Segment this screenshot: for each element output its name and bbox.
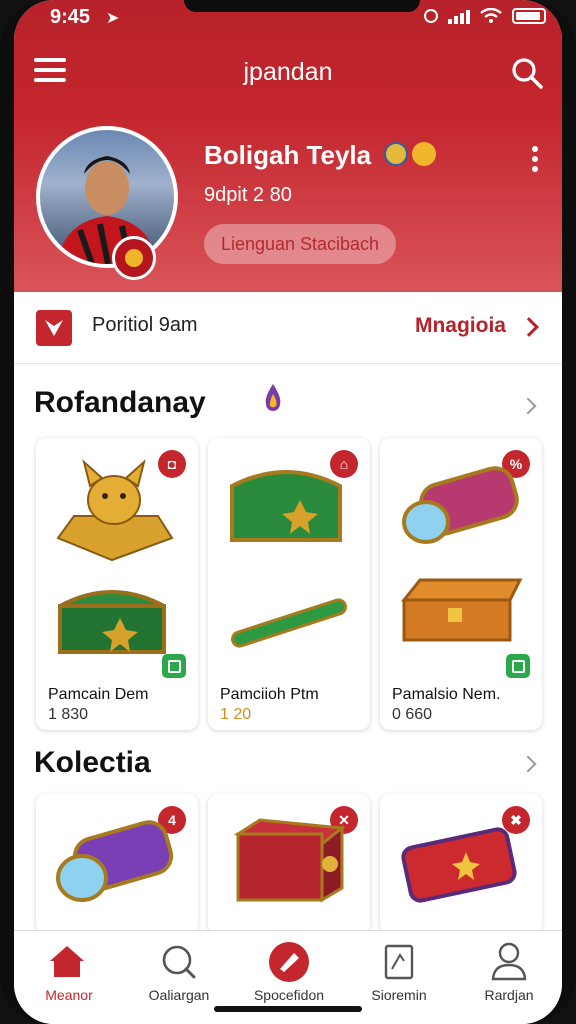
search-magnifier-icon [162,945,196,979]
home-icon [50,946,84,977]
manage-link[interactable]: Mnagioia [415,314,506,338]
profile-header: 9:45 ➤ jpandan Boligah Teyla 9dpit 2 80 … [14,0,562,292]
item-name: Pamciioh Ptm [220,686,319,703]
brush-icon [269,942,309,982]
avatar[interactable] [36,126,178,268]
location-arrow-icon: ➤ [106,10,120,27]
chevron-right-icon [519,317,539,337]
item-price: 0 660 [392,706,433,723]
portfolio-row[interactable]: Poritiol 9am Mnagioia [14,292,562,364]
golden-chest-icon [400,578,523,642]
section-title-kolectia: Kolectia [34,746,151,779]
portfolio-label: Poritiol 9am [92,314,198,336]
chevron-right-icon[interactable] [519,397,537,415]
document-icon [384,944,414,980]
home-indicator[interactable] [214,1006,362,1012]
avatar-photo [58,156,156,264]
battery-icon [512,8,546,24]
item-card[interactable]: ◘ Pamcain Dem 1 830 [36,438,198,730]
app-title: jpandan [243,58,333,86]
blue-crystal-cannon-icon [402,466,519,544]
item-card[interactable]: ⌂ Pamciioh Ptm 1 20 [208,438,370,730]
wifi-icon [480,8,502,23]
chevron-right-icon[interactable] [519,755,537,773]
golden-fox-statue-icon [56,459,174,562]
signal-icon [448,8,470,24]
device-notch [184,0,420,12]
more-options-icon[interactable] [532,146,540,174]
nav-item-home[interactable]: Meanor [14,931,124,1024]
red-case-icon [401,827,517,903]
green-tag-icon [506,654,530,678]
phone-frame: 9:45 ➤ jpandan Boligah Teyla 9dpit 2 80 … [0,0,576,1024]
nav-item-profile[interactable]: Rardjan [454,931,562,1024]
item-name: Pamcain Dem [48,686,149,703]
verified-shield-icon [384,142,408,166]
nav-label: Rardjan [484,987,534,1003]
nav-label: Sioremin [371,987,427,1003]
app-screen: 9:45 ➤ jpandan Boligah Teyla 9dpit 2 80 … [14,0,562,1024]
nav-label: Oaliargan [148,987,210,1003]
item-card[interactable]: % Pamalsio Nem. 0 660 [380,438,542,730]
nav-label: Spocefidon [253,987,325,1003]
item-name: Pamalsio Nem. [392,686,501,703]
item-price: 1 20 [220,706,252,723]
purple-crystal-cannon-icon [56,820,174,902]
gold-medal-icon [412,142,436,166]
profile-name: Boligah Teyla [204,140,372,170]
section-title-rofandanay: Rofandanay [34,386,206,419]
item-card[interactable]: ✖ [380,794,542,934]
item-card[interactable]: 4 [36,794,198,934]
search-icon[interactable] [510,56,544,90]
item-price: 1 830 [48,706,89,723]
club-badge-icon [112,236,156,280]
item-card[interactable]: ✕ [208,794,370,934]
top-app-bar: jpandan [14,52,562,96]
profile-status-pill[interactable]: Lienguan Stacibach [204,224,396,264]
profile-subtitle: 9dpit 2 80 [204,184,292,206]
red-box-icon [233,818,346,903]
portfolio-crest-icon [36,310,72,346]
profile-icon [491,942,527,981]
nav-label: Meanor [45,987,93,1003]
green-treasure-chest-icon [230,470,342,542]
record-icon [424,9,438,23]
green-treasure-chest-icon [58,590,166,654]
status-time: 9:45 [50,6,91,28]
potion-drop-icon [265,384,281,411]
green-staff-icon [231,598,347,648]
